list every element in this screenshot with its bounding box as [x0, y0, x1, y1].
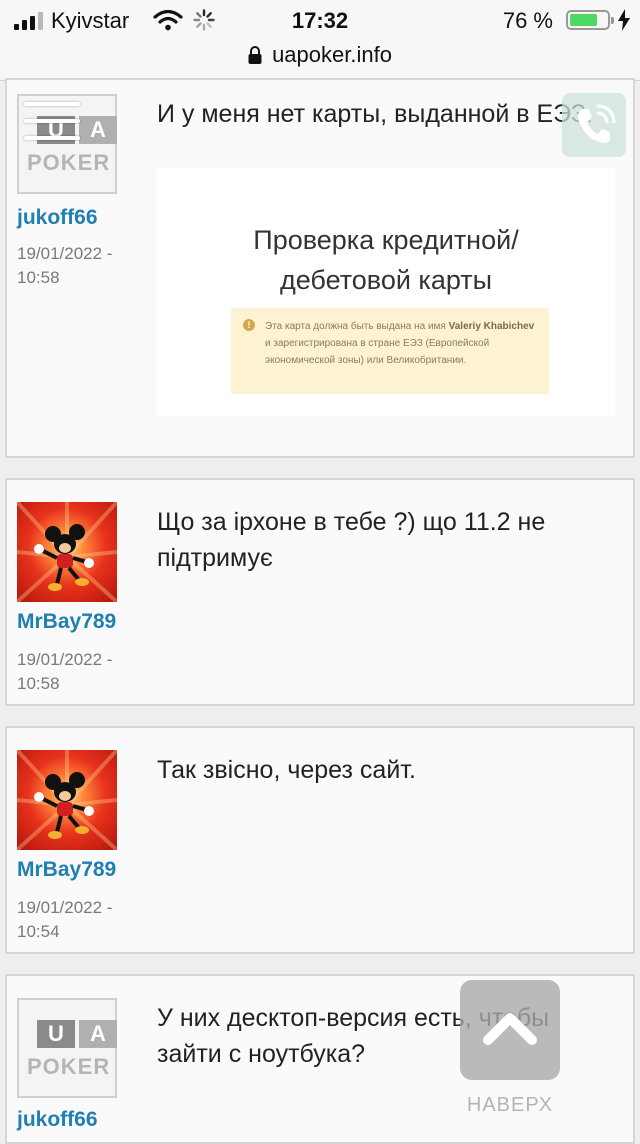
avatar[interactable] [17, 502, 117, 602]
scroll-to-top-label[interactable]: НАВЕРХ [440, 1094, 580, 1117]
forum-post: U A POKER jukoff66 19/01/2022 - 10:58 И … [5, 78, 635, 458]
battery-percent: 76 % [502, 8, 553, 33]
charging-bolt-icon [618, 9, 630, 31]
lock-icon [248, 46, 262, 64]
scroll-to-top-button[interactable] [460, 980, 560, 1080]
hamburger-icon[interactable] [24, 100, 84, 142]
forum-post: MrBay789 19/01/2022 - 10:58 Що за ірхоне… [5, 478, 635, 706]
mickey-mouse-icon [17, 502, 117, 602]
post-date: 19/01/2022 - 10:58 [17, 244, 113, 287]
post-text: Що за ірхоне в тебе ?) що 11.2 не підтри… [157, 508, 546, 572]
avatar[interactable] [17, 750, 117, 850]
forum-post: MrBay789 19/01/2022 - 10:54 Так звісно, … [5, 726, 635, 954]
post-date: 19/01/2022 - 10:58 [17, 650, 113, 693]
username[interactable]: MrBay789 [17, 610, 116, 634]
warning-box: ! Эта карта должна быть выдана на имя Va… [231, 308, 549, 394]
embed-title: Проверка кредитной/ дебетовой карты [253, 225, 519, 295]
username[interactable]: jukoff66 [17, 1108, 98, 1132]
phone-icon [578, 104, 616, 143]
post-text: И у меня нет карты, выданной в ЕЭЗ. [157, 100, 593, 128]
url-domain: uapoker.info [272, 42, 392, 67]
avatar[interactable]: U A POKER [17, 998, 117, 1098]
username[interactable]: jukoff66 [17, 206, 98, 230]
username[interactable]: MrBay789 [17, 858, 116, 882]
post-text: Так звісно, через сайт. [157, 756, 416, 784]
status-bar: Kyivstar 17:32 76 % [0, 0, 640, 40]
attached-screenshot[interactable]: Проверка кредитной/ дебетовой карты ! Эт… [157, 168, 615, 416]
chevron-up-icon [483, 1013, 537, 1045]
call-button[interactable] [562, 93, 626, 157]
battery-icon [566, 10, 614, 30]
warning-icon: ! [243, 319, 255, 331]
post-date: 19/01/2022 - 10:54 [17, 898, 113, 941]
battery-fill [570, 14, 598, 26]
url-bar[interactable]: uapoker.info [0, 40, 640, 81]
mickey-mouse-icon [17, 750, 117, 850]
